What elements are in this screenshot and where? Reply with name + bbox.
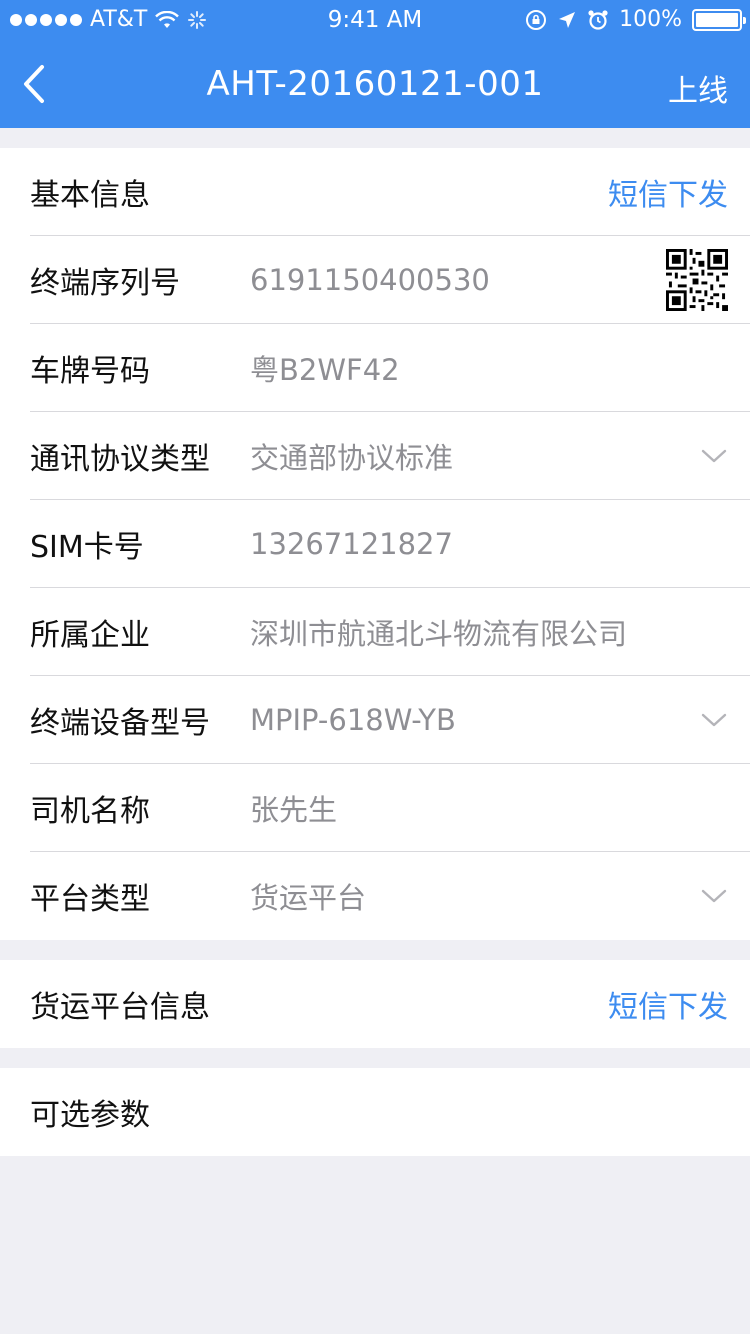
sim-number-label: SIM卡号 <box>30 530 144 565</box>
freight-info-section: 货运平台信息 短信下发 <box>0 960 750 1048</box>
optional-params-section: 可选参数 <box>0 1068 750 1156</box>
terminal-serial-label: 终端序列号 <box>30 266 180 301</box>
terminal-serial-row: 终端序列号 6191150400530 <box>0 236 750 324</box>
terminal-serial-value: 6191150400530 <box>250 263 490 297</box>
platform-type-label: 平台类型 <box>30 882 150 917</box>
battery-icon <box>692 8 746 31</box>
company-label: 所属企业 <box>30 618 150 653</box>
go-online-button[interactable]: 上线 <box>668 66 728 110</box>
status-bar: AT&T 9:41 AM 100% <box>0 0 750 40</box>
sim-number-row: SIM卡号 13267121827 <box>0 500 750 588</box>
basic-info-title: 基本信息 <box>30 178 150 213</box>
platform-type-value[interactable]: 货运平台 <box>250 875 700 917</box>
company-value[interactable]: 深圳市航通北斗物流有限公司 <box>250 611 728 653</box>
alarm-clock-icon <box>588 9 608 30</box>
platform-type-row[interactable]: 平台类型 货运平台 <box>0 852 750 940</box>
optional-params-title: 可选参数 <box>30 1098 150 1133</box>
driver-name-label: 司机名称 <box>30 794 150 829</box>
freight-info-sms-link[interactable]: 短信下发 <box>608 982 728 1026</box>
device-model-value[interactable]: MPIP-618W-YB <box>250 703 700 737</box>
basic-info-header-row: 基本信息 短信下发 <box>0 148 750 236</box>
freight-info-header-row: 货运平台信息 短信下发 <box>0 960 750 1048</box>
plate-number-label: 车牌号码 <box>30 354 150 389</box>
battery-percent: 100% <box>619 7 682 32</box>
protocol-type-label: 通讯协议类型 <box>30 442 210 477</box>
device-model-label: 终端设备型号 <box>30 706 210 741</box>
freight-info-title: 货运平台信息 <box>30 990 210 1025</box>
status-right: 100% <box>525 7 746 32</box>
device-model-row[interactable]: 终端设备型号 MPIP-618W-YB <box>0 676 750 764</box>
qr-code-icon[interactable] <box>666 249 728 311</box>
basic-info-section: 基本信息 短信下发 终端序列号 6191150400530 车牌号码 粤B2WF… <box>0 148 750 940</box>
driver-name-row: 司机名称 张先生 <box>0 764 750 852</box>
navigation-header: AT&T 9:41 AM 100% AHT-20160121-001 上线 <box>0 0 750 128</box>
plate-number-row: 车牌号码 粤B2WF42 <box>0 324 750 412</box>
location-arrow-icon <box>559 11 576 28</box>
plate-number-value[interactable]: 粤B2WF42 <box>250 347 728 389</box>
sim-number-value[interactable]: 13267121827 <box>250 527 728 561</box>
optional-params-row[interactable]: 可选参数 <box>0 1068 750 1156</box>
chevron-down-icon[interactable] <box>700 442 728 470</box>
orientation-lock-icon <box>526 9 547 30</box>
protocol-type-value[interactable]: 交通部协议标准 <box>250 435 700 477</box>
driver-name-value[interactable]: 张先生 <box>250 787 728 829</box>
basic-info-sms-link[interactable]: 短信下发 <box>608 170 728 214</box>
protocol-type-row[interactable]: 通讯协议类型 交通部协议标准 <box>0 412 750 500</box>
chevron-down-icon[interactable] <box>700 882 728 910</box>
page-title: AHT-20160121-001 <box>206 64 544 104</box>
company-row: 所属企业 深圳市航通北斗物流有限公司 <box>0 588 750 676</box>
chevron-down-icon[interactable] <box>700 706 728 734</box>
